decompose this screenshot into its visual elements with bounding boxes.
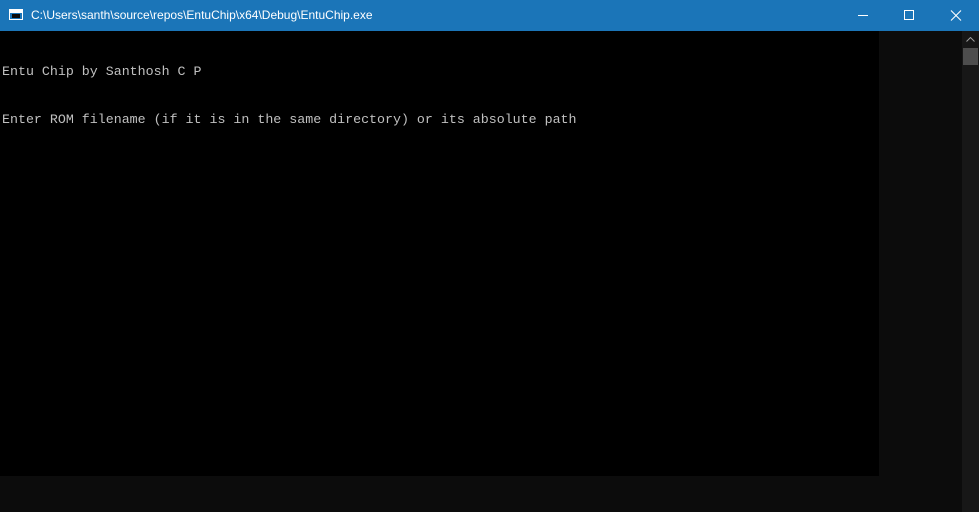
- scroll-up-button[interactable]: [962, 31, 979, 48]
- console-output-area[interactable]: Entu Chip by Santhosh C P Enter ROM file…: [0, 31, 962, 512]
- maximize-button[interactable]: [886, 0, 932, 31]
- console-app-icon[interactable]: [9, 9, 23, 20]
- console-line-title: Entu Chip by Santhosh C P: [2, 64, 202, 79]
- maximize-icon: [904, 10, 914, 20]
- minimize-button[interactable]: [840, 0, 886, 31]
- scroll-thumb[interactable]: [963, 48, 978, 65]
- title-bar[interactable]: C:\Users\santh\source\repos\EntuChip\x64…: [0, 0, 979, 31]
- vertical-scrollbar[interactable]: [962, 31, 979, 512]
- close-icon: [950, 10, 962, 21]
- minimize-icon: [858, 15, 868, 16]
- console-line-prompt: Enter ROM filename (if it is in the same…: [2, 112, 577, 127]
- window-title: C:\Users\santh\source\repos\EntuChip\x64…: [31, 8, 373, 22]
- console-window: C:\Users\santh\source\repos\EntuChip\x64…: [0, 0, 979, 512]
- scroll-up-arrow-icon: [966, 37, 975, 42]
- console-text: Entu Chip by Santhosh C P Enter ROM file…: [2, 32, 577, 160]
- close-button[interactable]: [933, 0, 979, 31]
